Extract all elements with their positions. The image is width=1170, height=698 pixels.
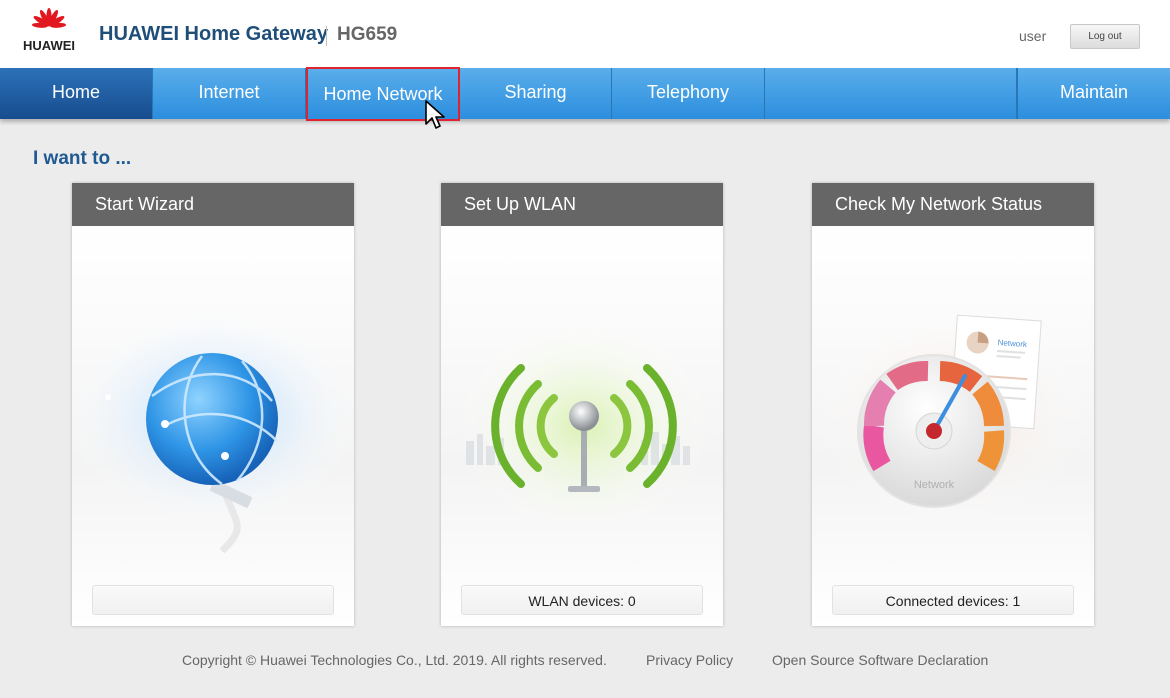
huawei-flower-icon xyxy=(32,8,66,28)
card-start-wizard[interactable]: Start Wizard xyxy=(72,183,354,626)
card-title: Check My Network Status xyxy=(812,183,1094,226)
card-illustration xyxy=(441,226,723,626)
open-source-declaration-link[interactable]: Open Source Software Declaration xyxy=(772,652,988,668)
card-check-network-status[interactable]: Check My Network Status Network Network … xyxy=(812,183,1094,626)
card-set-up-wlan[interactable]: Set Up WLAN WLAN devices: 0 xyxy=(441,183,723,626)
device-model: HG659 xyxy=(337,24,398,45)
tab-maintain[interactable]: Maintain xyxy=(1017,68,1170,119)
mouse-pointer-icon xyxy=(425,100,445,129)
huawei-logo: HUAWEI xyxy=(18,8,80,56)
globe-icon xyxy=(72,306,354,554)
privacy-policy-link[interactable]: Privacy Policy xyxy=(646,652,733,668)
card-title: Set Up WLAN xyxy=(441,183,723,226)
card-footer xyxy=(92,585,334,615)
tab-telephony[interactable]: Telephony xyxy=(612,68,765,119)
tab-home[interactable]: Home xyxy=(0,68,153,119)
tab-sharing[interactable]: Sharing xyxy=(460,68,612,119)
card-title: Start Wizard xyxy=(72,183,354,226)
main-nav: Home Internet Home Network Sharing Telep… xyxy=(0,67,1170,121)
card-illustration xyxy=(72,226,354,626)
title-divider xyxy=(326,26,327,46)
logout-button[interactable]: Log out xyxy=(1070,24,1140,49)
wifi-antenna-icon xyxy=(454,316,714,536)
gauge-label: Network xyxy=(914,479,955,491)
section-title: I want to ... xyxy=(33,148,132,169)
copyright-text: Copyright © Huawei Technologies Co., Ltd… xyxy=(182,652,607,668)
tab-internet[interactable]: Internet xyxy=(153,68,306,119)
speedometer-icon: Network Network xyxy=(812,306,1092,526)
brand-name: HUAWEI xyxy=(23,38,75,53)
nav-spacer xyxy=(765,68,1017,119)
wlan-devices-count: WLAN devices: 0 xyxy=(461,585,703,615)
header-bar: HUAWEI HUAWEI Home Gateway HG659 user Lo… xyxy=(0,0,1170,68)
app-title: HUAWEI Home Gateway xyxy=(99,23,328,45)
card-illustration: Network Network xyxy=(812,226,1094,626)
username-label: user xyxy=(1019,28,1047,44)
connected-devices-count: Connected devices: 1 xyxy=(832,585,1074,615)
